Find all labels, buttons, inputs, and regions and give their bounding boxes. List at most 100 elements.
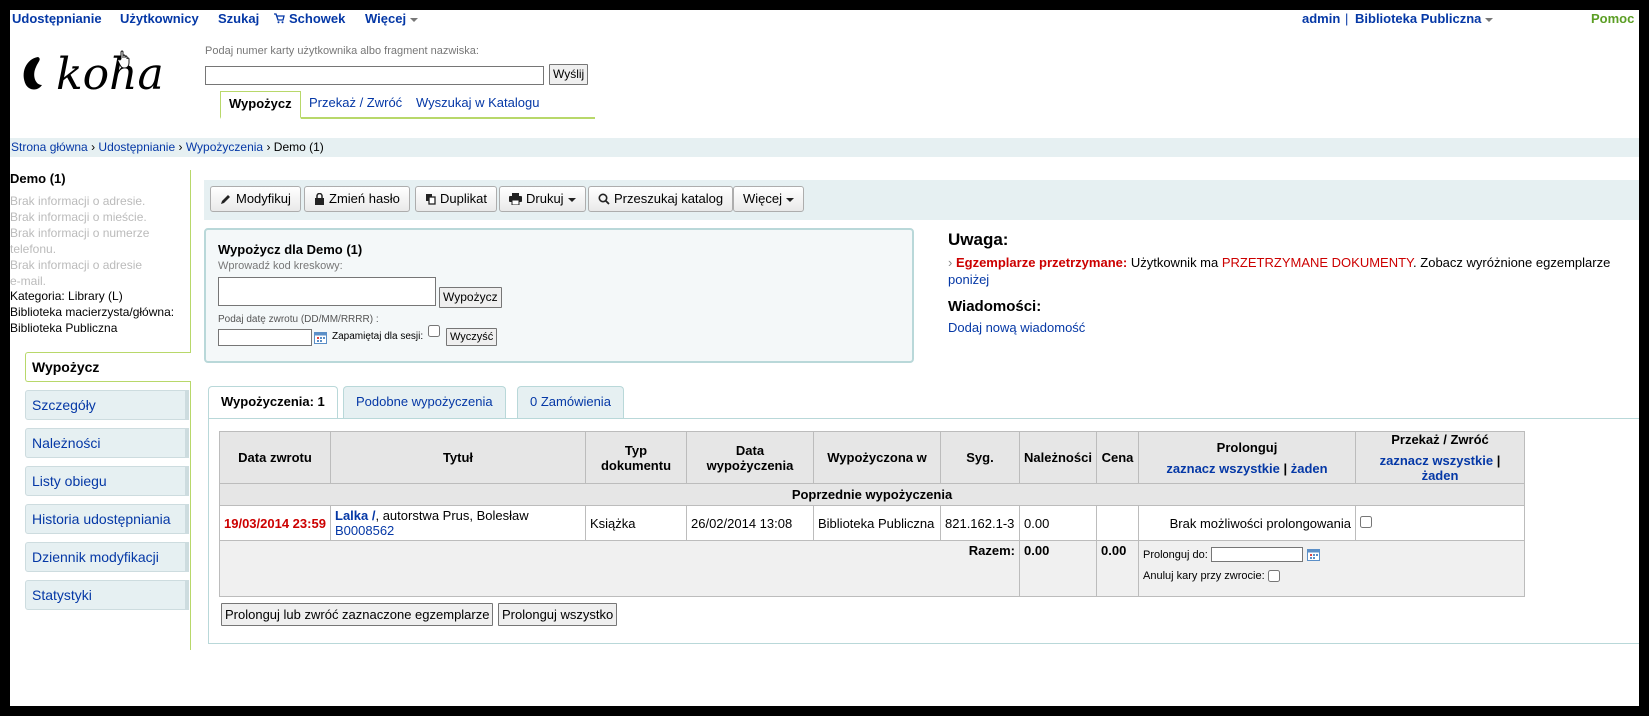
- patron-email-cont: e-mail.: [10, 274, 47, 288]
- sidebar-item-checkout[interactable]: Wypożycz: [25, 352, 191, 382]
- col-item-type[interactable]: Typ dokumentu: [585, 431, 687, 484]
- tab-checkout[interactable]: Wypożycz: [220, 91, 301, 119]
- renew-all-button[interactable]: Prolonguj wszystko: [498, 603, 618, 626]
- calendar-icon[interactable]: [314, 331, 327, 347]
- overdue-below-link[interactable]: poniżej: [948, 272, 989, 287]
- edit-button[interactable]: Modyfikuj: [210, 186, 301, 212]
- renew-to-label: Prolonguj do:: [1143, 549, 1208, 561]
- col-price[interactable]: Cena: [1096, 431, 1139, 484]
- patron-search-input[interactable]: [205, 66, 544, 85]
- total-fines: 0.00: [1019, 540, 1097, 597]
- nav-user[interactable]: admin: [1302, 11, 1340, 26]
- renew-select-none-link[interactable]: żaden: [1291, 461, 1328, 476]
- remember-session-label: Zapamiętaj dla sesji:: [332, 331, 424, 342]
- sidebar-item-details[interactable]: Szczegóły: [25, 390, 189, 420]
- nav-circulation[interactable]: Udostępnianie: [12, 11, 102, 26]
- patron-phone-cont: telefonu.: [10, 242, 57, 256]
- table-header-row: Data zwrotu Tytuł Typ dokumentu Data wyp…: [219, 431, 1525, 484]
- sidebar-item-circulation-history[interactable]: Historia udostępniania: [25, 504, 189, 534]
- breadcrumb-circulation[interactable]: Udostępnianie: [98, 140, 175, 154]
- col-checked-out-from[interactable]: Wypożyczona w: [813, 431, 941, 484]
- renew-or-return-button[interactable]: Prolonguj lub zwróć zaznaczone egzemplar…: [221, 603, 494, 626]
- tab-catalog-search[interactable]: Wyszukaj w Katalogu: [408, 91, 547, 117]
- edit-button-label: Modyfikuj: [236, 191, 291, 206]
- nav-cart[interactable]: Schowek: [289, 11, 345, 26]
- bullet-icon: ›: [948, 255, 953, 270]
- checkouts-table: Data zwrotu Tytuł Typ dokumentu Data wyp…: [219, 431, 1525, 597]
- chevron-down-icon: [786, 197, 795, 202]
- col-call-number[interactable]: Syg.: [940, 431, 1020, 484]
- search-submit-button[interactable]: Wyślij: [549, 64, 589, 85]
- clear-date-button[interactable]: Wyczyść: [446, 328, 498, 346]
- renew-header-label: Prolonguj: [1216, 439, 1278, 455]
- total-label: Razem:: [219, 540, 1020, 597]
- breadcrumb-checkouts[interactable]: Wypożyczenia: [186, 140, 263, 154]
- lock-icon: [315, 192, 324, 205]
- koha-logo[interactable]: koha: [20, 45, 180, 100]
- patron-category: Kategoria: Library (L): [10, 289, 123, 303]
- pipe-separator: |: [1283, 460, 1288, 476]
- row-title-link[interactable]: Lalka /: [335, 508, 375, 523]
- breadcrumb-home[interactable]: Strona główna: [11, 140, 88, 154]
- nav-library[interactable]: Biblioteka Publiczna: [1355, 11, 1494, 26]
- more-actions-button[interactable]: Więcej: [733, 186, 805, 212]
- barcode-input[interactable]: [218, 277, 436, 306]
- sidebar-item-routing-lists[interactable]: Listy obiegu: [25, 466, 189, 496]
- row-price: [1096, 505, 1139, 541]
- return-header-label: Przekaż / Zwróć: [1391, 432, 1489, 447]
- attention-title: Uwaga:: [948, 230, 1009, 249]
- col-title[interactable]: Tytuł: [330, 431, 586, 484]
- checkout-title: Wypożycz dla Demo (1): [218, 242, 363, 257]
- due-date-input[interactable]: [218, 329, 312, 346]
- change-password-button[interactable]: Zmień hasło: [304, 186, 410, 212]
- table-group-row: Poprzednie wypożyczenia: [219, 483, 1525, 506]
- return-select-none-link[interactable]: żaden: [1422, 468, 1459, 483]
- nav-help[interactable]: Pomoc: [1591, 11, 1634, 26]
- messages-title: Wiadomości:: [948, 298, 1042, 315]
- sidebar-item-statistics[interactable]: Statystyki: [25, 580, 189, 610]
- row-library: Biblioteka Publiczna: [813, 505, 941, 541]
- col-checkout-date[interactable]: Data wypożyczenia: [686, 431, 814, 484]
- patron-city: Brak informacji o mieście.: [10, 210, 147, 224]
- col-renew: Prolonguj zaznacz wszystkie | żaden: [1138, 431, 1356, 484]
- cart-icon: [274, 12, 285, 27]
- row-return-checkbox[interactable]: [1360, 515, 1372, 528]
- tab-checkin[interactable]: Przekaż / Zwróć: [301, 91, 410, 117]
- cancel-fines-checkbox[interactable]: [1268, 569, 1281, 582]
- row-checkout-date: 26/02/2014 13:08: [686, 505, 814, 541]
- nav-more[interactable]: Więcej: [365, 11, 419, 26]
- tab-relatives-checkouts[interactable]: Podobne wypożyczenia: [343, 386, 506, 418]
- renew-to-input[interactable]: [1211, 547, 1304, 563]
- remember-session-checkbox[interactable]: [428, 325, 440, 337]
- search-catalog-button[interactable]: Przeszukaj katalog: [588, 186, 734, 212]
- renew-select-all-link[interactable]: zaznacz wszystkie: [1166, 461, 1279, 476]
- add-message-link[interactable]: Dodaj nową wiadomość: [948, 320, 1085, 335]
- chevron-down-icon: [567, 197, 576, 202]
- nav-separator: |: [1345, 11, 1349, 26]
- nav-patrons[interactable]: Użytkownicy: [120, 11, 199, 26]
- duplicate-button[interactable]: Duplikat: [415, 186, 497, 212]
- sidebar-item-modification-log[interactable]: Dziennik modyfikacji: [25, 542, 189, 572]
- total-price: 0.00: [1096, 540, 1139, 597]
- due-date-label: Podaj datę zwrotu (DD/MM/RRRR) :: [218, 314, 379, 325]
- patron-name: Demo (1): [10, 171, 66, 186]
- nav-library-label: Biblioteka Publiczna: [1355, 11, 1482, 26]
- col-fines[interactable]: Należności: [1019, 431, 1097, 484]
- col-due-date[interactable]: Data zwrotu: [219, 431, 331, 484]
- row-barcode-link[interactable]: B0008562: [335, 523, 394, 538]
- renew-calendar-icon[interactable]: [1307, 546, 1321, 562]
- tab-holds[interactable]: 0 Zamówienia: [517, 386, 624, 418]
- nav-search[interactable]: Szukaj: [218, 11, 259, 26]
- tab-checkouts[interactable]: Wypożyczenia: 1: [208, 386, 338, 419]
- row-call-number: 821.162.1-3: [940, 505, 1020, 541]
- search-label: Podaj numer karty użytkownika albo fragm…: [205, 45, 479, 57]
- change-password-label: Zmień hasło: [329, 191, 400, 206]
- return-select-all-link[interactable]: zaznacz wszystkie: [1380, 453, 1493, 468]
- sidebar-divider: [190, 170, 191, 650]
- chevron-down-icon: [410, 17, 419, 22]
- print-button[interactable]: Drukuj: [499, 186, 586, 212]
- pipe-separator: |: [1496, 453, 1501, 468]
- sidebar-item-fines[interactable]: Należności: [25, 428, 189, 458]
- checkout-submit-button[interactable]: Wypożycz: [439, 287, 502, 308]
- nav-more-label: Więcej: [365, 11, 407, 26]
